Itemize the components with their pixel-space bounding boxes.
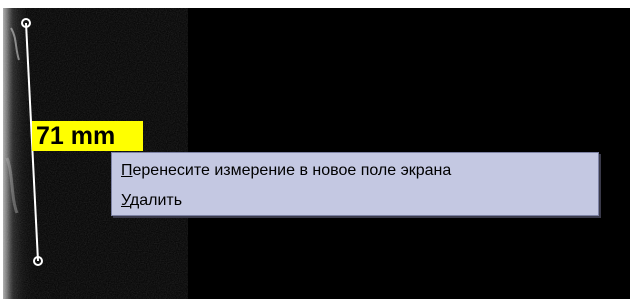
measurement-label[interactable]: 71 mm <box>32 121 143 151</box>
menu-item-label: еренесите измерение в новое поле экрана <box>132 162 452 179</box>
measurement-ruler[interactable] <box>3 8 123 299</box>
menu-item-accelerator: У <box>121 192 130 209</box>
menu-item-accelerator: П <box>121 162 133 179</box>
menu-item-label: далить <box>129 192 183 209</box>
context-menu: Перенесите измерение в новое поле экрана… <box>111 152 599 216</box>
menu-item-move-measurement[interactable]: Перенесите измерение в новое поле экрана <box>121 159 451 183</box>
menu-item-delete[interactable]: Удалить <box>121 189 182 213</box>
image-viewport[interactable]: 71 mm Перенесите измерение в новое поле … <box>3 8 630 299</box>
